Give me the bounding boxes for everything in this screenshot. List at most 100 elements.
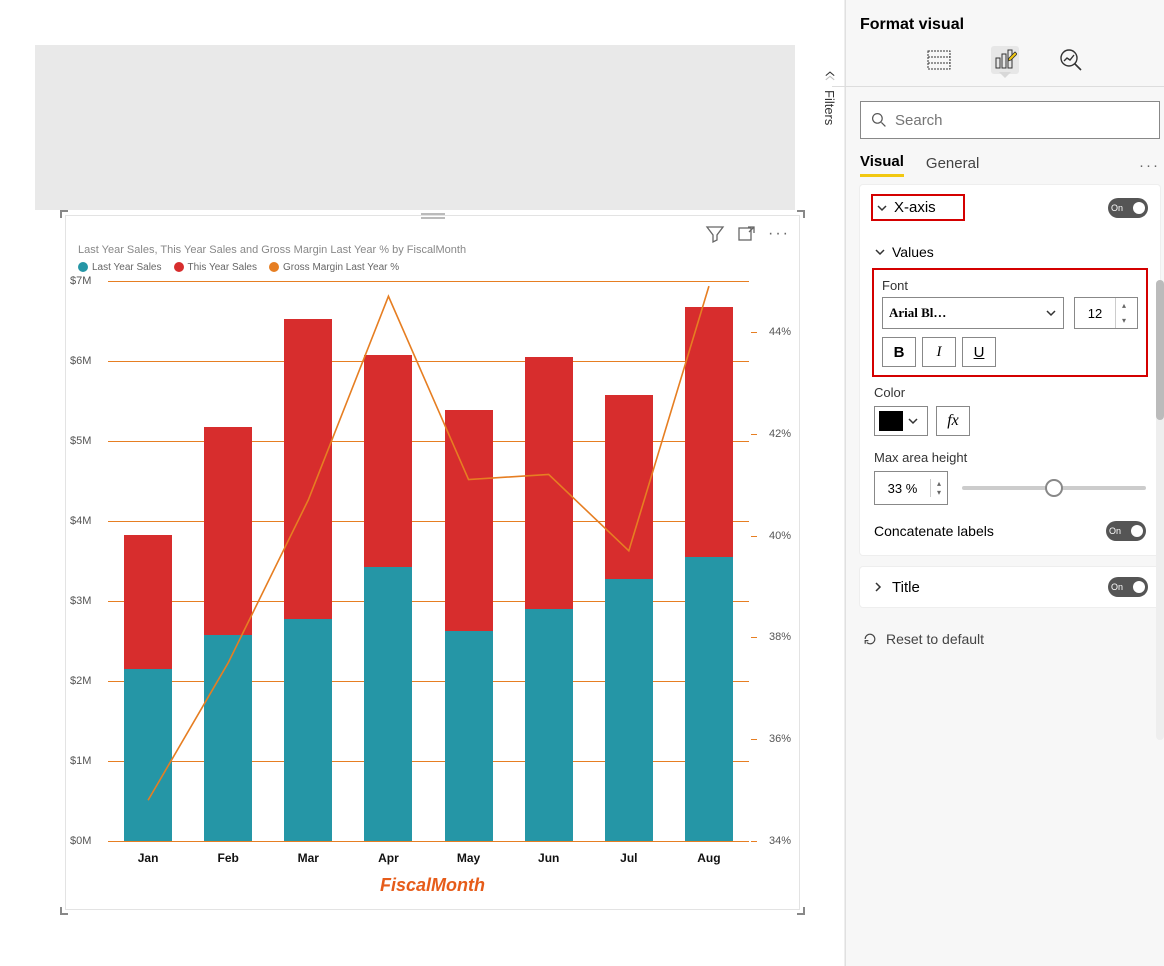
max-height-slider[interactable] [962, 486, 1146, 490]
card-x-axis: X-axis On Values Font Arial Bl… [860, 185, 1160, 555]
bar-Mar[interactable]: Mar [284, 281, 332, 841]
build-visual-icon[interactable] [925, 46, 953, 74]
x-axis-header[interactable]: X-axis On [860, 185, 1160, 230]
y1-tick-label: $2M [70, 675, 91, 687]
spin-down-icon[interactable]: ▾ [1116, 313, 1132, 328]
chevron-down-icon [874, 246, 886, 258]
max-height-value-box[interactable]: 33 % ▴▾ [874, 471, 948, 505]
format-scrollbar[interactable] [1156, 280, 1164, 740]
spin-up-icon[interactable]: ▴ [1116, 298, 1132, 313]
x-category-label: May [445, 851, 493, 865]
legend-dot-ly [78, 262, 88, 272]
move-grip[interactable] [421, 213, 445, 219]
tab-visual[interactable]: Visual [860, 153, 904, 177]
tab-general[interactable]: General [926, 155, 979, 176]
y1-tick-label: $7M [70, 275, 91, 287]
legend-label-ty: This Year Sales [188, 262, 258, 273]
focus-mode-icon[interactable] [737, 224, 757, 244]
spin-up-icon[interactable]: ▴ [931, 479, 947, 488]
y2-tick-label: 38% [769, 631, 791, 643]
values-label: Values [892, 244, 934, 260]
bar-Apr[interactable]: Apr [364, 281, 412, 841]
x-axis-toggle[interactable]: On [1108, 198, 1148, 218]
max-height-unit: % [906, 481, 918, 496]
toggle-label: On [1111, 203, 1123, 213]
search-field[interactable] [895, 112, 1149, 129]
title-header[interactable]: Title On [860, 567, 1160, 607]
x-category-label: Jul [605, 851, 653, 865]
x-category-label: Jan [124, 851, 172, 865]
concatenate-toggle[interactable]: On [1106, 521, 1146, 541]
y2-tick-label: 36% [769, 733, 791, 745]
italic-button[interactable]: I [922, 337, 956, 367]
values-header[interactable]: Values [874, 244, 1146, 260]
x-category-label: Mar [284, 851, 332, 865]
bold-button[interactable]: B [882, 337, 916, 367]
y1-tick-label: $0M [70, 835, 91, 847]
bar-Jul[interactable]: Jul [605, 281, 653, 841]
reset-icon [862, 631, 878, 647]
slider-thumb[interactable] [1045, 479, 1063, 497]
legend-dot-ty [174, 262, 184, 272]
more-options-icon[interactable]: ··· [769, 224, 789, 244]
underline-button[interactable]: U [962, 337, 996, 367]
scrollbar-thumb[interactable] [1156, 280, 1164, 420]
x-category-label: Apr [364, 851, 412, 865]
filters-pane-collapsed[interactable]: Filters [815, 0, 845, 966]
search-input[interactable] [860, 101, 1160, 139]
y2-tick-label: 44% [769, 326, 791, 338]
concatenate-label: Concatenate labels [874, 523, 994, 539]
filters-label: Filters [822, 90, 837, 125]
card-title: Title On [860, 567, 1160, 607]
bar-Feb[interactable]: Feb [204, 281, 252, 841]
resize-handle-tr[interactable] [797, 210, 805, 218]
legend-label-ly: Last Year Sales [92, 262, 162, 273]
font-label: Font [882, 278, 1138, 293]
fx-button[interactable]: fx [936, 406, 970, 436]
y2-tick-label: 34% [769, 835, 791, 847]
font-family-value: Arial Bl… [889, 305, 946, 321]
toggle-label: On [1109, 526, 1121, 536]
title-toggle[interactable]: On [1108, 577, 1148, 597]
y1-tick-label: $6M [70, 355, 91, 367]
y1-tick-label: $4M [70, 515, 91, 527]
resize-handle-tl[interactable] [60, 210, 68, 218]
report-canvas: ··· Last Year Sales, This Year Sales and… [0, 0, 815, 966]
resize-handle-bl[interactable] [60, 907, 68, 915]
analytics-icon[interactable] [1057, 46, 1085, 74]
format-pane-title: Format visual [860, 0, 1150, 42]
bar-Jan[interactable]: Jan [124, 281, 172, 841]
chevron-down-icon [876, 202, 888, 214]
y1-tick-label: $1M [70, 755, 91, 767]
y1-tick-label: $3M [70, 595, 91, 607]
spin-down-icon[interactable]: ▾ [931, 488, 947, 497]
chart-visual[interactable]: ··· Last Year Sales, This Year Sales and… [65, 215, 800, 910]
x-axis-label: X-axis [894, 199, 936, 216]
bar-Jun[interactable]: Jun [525, 281, 573, 841]
max-height-label: Max area height [874, 450, 1146, 465]
x-category-label: Aug [685, 851, 733, 865]
font-size-value[interactable] [1075, 298, 1115, 328]
filters-expand-icon [823, 70, 837, 84]
x-axis-title: FiscalMonth [66, 875, 799, 896]
resize-handle-br[interactable] [797, 907, 805, 915]
font-family-select[interactable]: Arial Bl… [882, 297, 1064, 329]
color-swatch [879, 411, 903, 431]
legend-label-gm: Gross Margin Last Year % [283, 262, 399, 273]
canvas-background-strip [35, 45, 795, 210]
color-picker[interactable] [874, 406, 928, 436]
y1-tick-label: $5M [70, 435, 91, 447]
color-label: Color [874, 385, 1146, 400]
format-visual-icon[interactable] [991, 46, 1019, 74]
font-group: Font Arial Bl… ▴▾ B I [874, 270, 1146, 375]
font-size-input[interactable]: ▴▾ [1074, 297, 1138, 329]
bar-Aug[interactable]: Aug [685, 281, 733, 841]
reset-label: Reset to default [886, 631, 984, 647]
chevron-right-icon [872, 581, 884, 593]
tabs-more-icon[interactable]: ··· [1139, 157, 1160, 174]
reset-to-default[interactable]: Reset to default [860, 619, 1160, 659]
y2-tick-label: 42% [769, 428, 791, 440]
filter-icon[interactable] [705, 224, 725, 244]
bar-May[interactable]: May [445, 281, 493, 841]
chart-legend: Last Year Sales This Year Sales Gross Ma… [66, 258, 799, 281]
